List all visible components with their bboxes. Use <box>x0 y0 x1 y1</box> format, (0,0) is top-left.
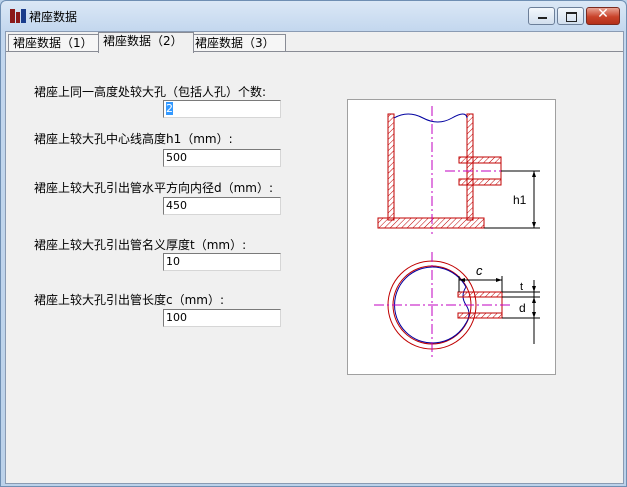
hole-count-input[interactable]: 2 <box>163 100 281 118</box>
pipe-inner-dia-input[interactable]: 450 <box>163 197 281 215</box>
minimize-button[interactable] <box>528 7 555 25</box>
t-arrow <box>532 286 536 292</box>
h1-label: h1 <box>513 193 527 207</box>
base-ring <box>377 217 485 229</box>
break-line <box>393 113 468 123</box>
tab-skirt-data-1[interactable]: 裙座数据（1） <box>8 34 104 52</box>
close-icon: ✕ <box>597 6 609 22</box>
pipe-length-input[interactable]: 100 <box>163 309 281 327</box>
app-icon <box>10 9 26 23</box>
pipe-thickness-input[interactable]: 10 <box>163 253 281 271</box>
close-button[interactable]: ✕ <box>586 6 620 25</box>
d-arrow-bottom <box>532 312 536 318</box>
maximize-icon <box>566 12 577 22</box>
center-height-input[interactable]: 500 <box>163 149 281 167</box>
minimize-icon <box>538 17 547 19</box>
tab-skirt-data-3[interactable]: 裙座数据（3） <box>190 34 286 52</box>
plan-nozzle-lower-final <box>457 312 503 319</box>
t-label: t <box>520 281 523 293</box>
maximize-button[interactable] <box>557 7 584 25</box>
hole-count-value: 2 <box>166 102 173 115</box>
window-title: 裙座数据 <box>29 10 78 24</box>
left-skirt-wall <box>387 113 395 221</box>
nozzle-top-wall <box>458 156 502 164</box>
hole-count-label: 裙座上同一高度处较大孔（包括人孔）个数: <box>34 85 267 99</box>
skirt-opening-diagram: h1 c t d <box>347 99 556 375</box>
c-arrow-right <box>496 278 502 282</box>
window: 裙座数据 ✕ 裙座数据（1） 裙座数据（2） 裙座数据（3） 裙座上同一高度处较… <box>0 0 627 487</box>
nozzle-bottom-wall <box>458 178 502 186</box>
c-label: c <box>476 263 483 278</box>
pipe-thickness-label: 裙座上较大孔引出管名义厚度t（mm）: <box>34 238 247 252</box>
title-bar[interactable]: 裙座数据 ✕ <box>1 1 626 31</box>
pipe-length-label: 裙座上较大孔引出管长度c（mm）: <box>34 293 225 307</box>
tab-skirt-data-2[interactable]: 裙座数据（2） <box>98 32 194 53</box>
diagram-svg: h1 c t d <box>374 106 540 358</box>
d-label: d <box>519 301 526 315</box>
right-skirt-wall <box>466 113 474 221</box>
center-height-label: 裙座上较大孔中心线高度h1（mm）: <box>34 132 233 146</box>
pipe-inner-dia-label: 裙座上较大孔引出管水平方向内径d（mm）: <box>34 181 274 195</box>
h1-arrow-top <box>532 171 536 177</box>
plan-nozzle-top-wall <box>457 291 503 298</box>
dialog-body: 裙座数据（1） 裙座数据（2） 裙座数据（3） 裙座上同一高度处较大孔（包括人孔… <box>5 31 624 484</box>
d-arrow-top <box>532 297 536 303</box>
h1-arrow-bottom <box>532 222 536 228</box>
